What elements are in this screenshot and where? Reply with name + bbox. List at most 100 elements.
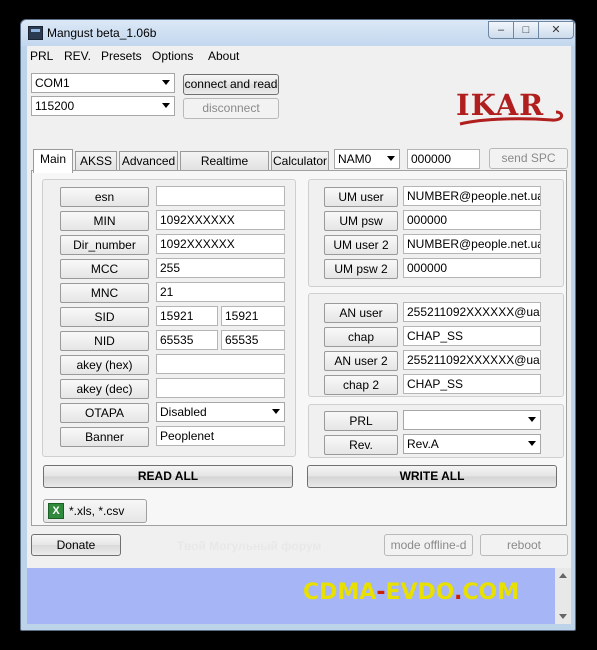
chevron-down-icon bbox=[528, 417, 536, 422]
um-psw-2-field[interactable]: 000000 bbox=[403, 258, 541, 278]
akey-dec-field[interactable] bbox=[156, 378, 285, 398]
akey-dec-label-button[interactable]: akey (dec) bbox=[60, 379, 149, 399]
title-bar[interactable]: Mangust beta_1.06b – □ ✕ bbox=[21, 20, 575, 46]
sid-field[interactable]: 15921 bbox=[156, 306, 218, 326]
an-user-field[interactable]: 255211092XXXXXX@ua21 bbox=[403, 302, 541, 322]
app-icon bbox=[28, 26, 43, 40]
dir-number-label-button[interactable]: Dir_number bbox=[60, 235, 149, 255]
write-all-button[interactable]: WRITE ALL bbox=[307, 465, 557, 488]
port-select[interactable]: COM1 bbox=[31, 73, 175, 93]
chevron-down-icon bbox=[272, 409, 280, 414]
disconnect-button[interactable]: disconnect bbox=[183, 98, 279, 119]
um-user-field[interactable]: NUMBER@people.net.ua bbox=[403, 186, 541, 206]
otapa-select[interactable]: Disabled bbox=[156, 402, 285, 422]
tab-main[interactable]: Main bbox=[33, 149, 73, 173]
chevron-down-icon bbox=[387, 156, 395, 161]
menu-about[interactable]: About bbox=[208, 49, 239, 63]
um-psw-field[interactable]: 000000 bbox=[403, 210, 541, 230]
main-window: Mangust beta_1.06b – □ ✕ PRL REV. Preset… bbox=[20, 19, 576, 631]
menu-rev[interactable]: REV. bbox=[64, 49, 91, 63]
minimize-button[interactable]: – bbox=[488, 21, 514, 39]
um-psw-label-button[interactable]: UM psw bbox=[324, 211, 398, 231]
port-value: COM1 bbox=[35, 76, 70, 90]
mcc-label-button[interactable]: MCC bbox=[60, 259, 149, 279]
nam-value: NAM0 bbox=[338, 152, 372, 166]
prl-label-button[interactable]: PRL bbox=[324, 411, 398, 431]
an-user-2-field[interactable]: 255211092XXXXXX@ua21 bbox=[403, 350, 541, 370]
excel-icon: X bbox=[48, 503, 64, 519]
mnc-label-button[interactable]: MNC bbox=[60, 283, 149, 303]
client-area: PRL REV. Presets Options About COM1 1152… bbox=[27, 46, 571, 624]
akey-hex-field[interactable] bbox=[156, 354, 285, 374]
connect-and-read-button[interactable]: connect and read bbox=[183, 74, 279, 95]
an-user-2-label-button[interactable]: AN user 2 bbox=[324, 351, 398, 371]
nid-label-button[interactable]: NID bbox=[60, 331, 149, 351]
banner-field[interactable]: Peoplenet bbox=[156, 426, 285, 446]
min-label-button[interactable]: MIN bbox=[60, 211, 149, 231]
banner-scrollbar[interactable] bbox=[555, 568, 571, 624]
chap-label-button[interactable]: chap bbox=[324, 327, 398, 347]
sid-label-button[interactable]: SID bbox=[60, 307, 149, 327]
maximize-button[interactable]: □ bbox=[513, 21, 539, 39]
chap-2-label-button[interactable]: chap 2 bbox=[324, 375, 398, 395]
ikar-logo: IKAR bbox=[454, 88, 566, 134]
banner-evdo: EVDO bbox=[385, 580, 455, 605]
mcc-field[interactable]: 255 bbox=[156, 258, 285, 278]
close-button[interactable]: ✕ bbox=[538, 21, 574, 39]
um-user-2-field[interactable]: NUMBER@people.net.ua bbox=[403, 234, 541, 254]
nid-field-2[interactable]: 65535 bbox=[221, 330, 285, 350]
forum-link[interactable]: Твой Могульный форум bbox=[177, 539, 321, 553]
dir-number-field[interactable]: 1092XXXXXX bbox=[156, 234, 285, 254]
chevron-down-icon bbox=[528, 441, 536, 446]
esn-label-button[interactable]: esn bbox=[60, 187, 149, 207]
baud-select[interactable]: 115200 bbox=[31, 96, 175, 116]
akey-hex-label-button[interactable]: akey (hex) bbox=[60, 355, 149, 375]
send-spc-button[interactable]: send SPC bbox=[489, 148, 568, 169]
export-xls-csv-button[interactable]: X *.xls, *.csv bbox=[43, 499, 147, 523]
esn-field[interactable] bbox=[156, 186, 285, 206]
rev-select[interactable]: Rev.A bbox=[403, 434, 541, 454]
mnc-field[interactable]: 21 bbox=[156, 282, 285, 302]
chap-2-field[interactable]: CHAP_SS bbox=[403, 374, 541, 394]
ad-banner[interactable]: CDMA-EVDO.COM bbox=[27, 568, 571, 624]
sid-field-2[interactable]: 15921 bbox=[221, 306, 285, 326]
chevron-down-icon bbox=[162, 103, 170, 108]
baud-value: 115200 bbox=[35, 99, 75, 113]
banner-text: CDMA-EVDO.COM bbox=[303, 580, 519, 605]
tab-akss[interactable]: AKSS bbox=[75, 151, 117, 171]
tab-realtime-monitor[interactable]: Realtime monitor bbox=[180, 151, 269, 187]
tab-calculator[interactable]: Calculator bbox=[271, 151, 329, 171]
menu-prl[interactable]: PRL bbox=[30, 49, 53, 63]
um-user-label-button[interactable]: UM user bbox=[324, 187, 398, 207]
reboot-button[interactable]: reboot bbox=[480, 534, 568, 556]
um-user-2-label-button[interactable]: UM user 2 bbox=[324, 235, 398, 255]
spc-input[interactable]: 000000 bbox=[407, 149, 480, 169]
nid-field[interactable]: 65535 bbox=[156, 330, 218, 350]
nam-select[interactable]: NAM0 bbox=[334, 149, 400, 169]
banner-cdma: CDMA bbox=[303, 580, 377, 605]
menu-presets[interactable]: Presets bbox=[101, 49, 142, 63]
banner-com: COM bbox=[462, 580, 520, 605]
otapa-label-button[interactable]: OTAPA bbox=[60, 403, 149, 423]
window-title: Mangust beta_1.06b bbox=[47, 26, 157, 40]
otapa-value: Disabled bbox=[160, 405, 207, 419]
mode-offline-button[interactable]: mode offline-d bbox=[384, 534, 473, 556]
logo-swoosh bbox=[459, 110, 563, 126]
an-user-label-button[interactable]: AN user bbox=[324, 303, 398, 323]
scroll-up-icon[interactable] bbox=[559, 573, 567, 578]
min-field[interactable]: 1092XXXXXX bbox=[156, 210, 285, 230]
tab-advanced[interactable]: Advanced bbox=[119, 151, 178, 171]
rev-label-button[interactable]: Rev. bbox=[324, 435, 398, 455]
rev-value: Rev.A bbox=[407, 437, 439, 451]
prl-select[interactable] bbox=[403, 410, 541, 430]
chap-field[interactable]: CHAP_SS bbox=[403, 326, 541, 346]
menu-bar: PRL REV. Presets Options About bbox=[27, 46, 571, 66]
banner-label-button[interactable]: Banner bbox=[60, 427, 149, 447]
chevron-down-icon bbox=[162, 80, 170, 85]
donate-button[interactable]: Donate bbox=[31, 534, 121, 556]
read-all-button[interactable]: READ ALL bbox=[43, 465, 293, 488]
menu-options[interactable]: Options bbox=[152, 49, 193, 63]
scroll-down-icon[interactable] bbox=[559, 614, 567, 619]
export-label: *.xls, *.csv bbox=[69, 504, 125, 518]
um-psw-2-label-button[interactable]: UM psw 2 bbox=[324, 259, 398, 279]
